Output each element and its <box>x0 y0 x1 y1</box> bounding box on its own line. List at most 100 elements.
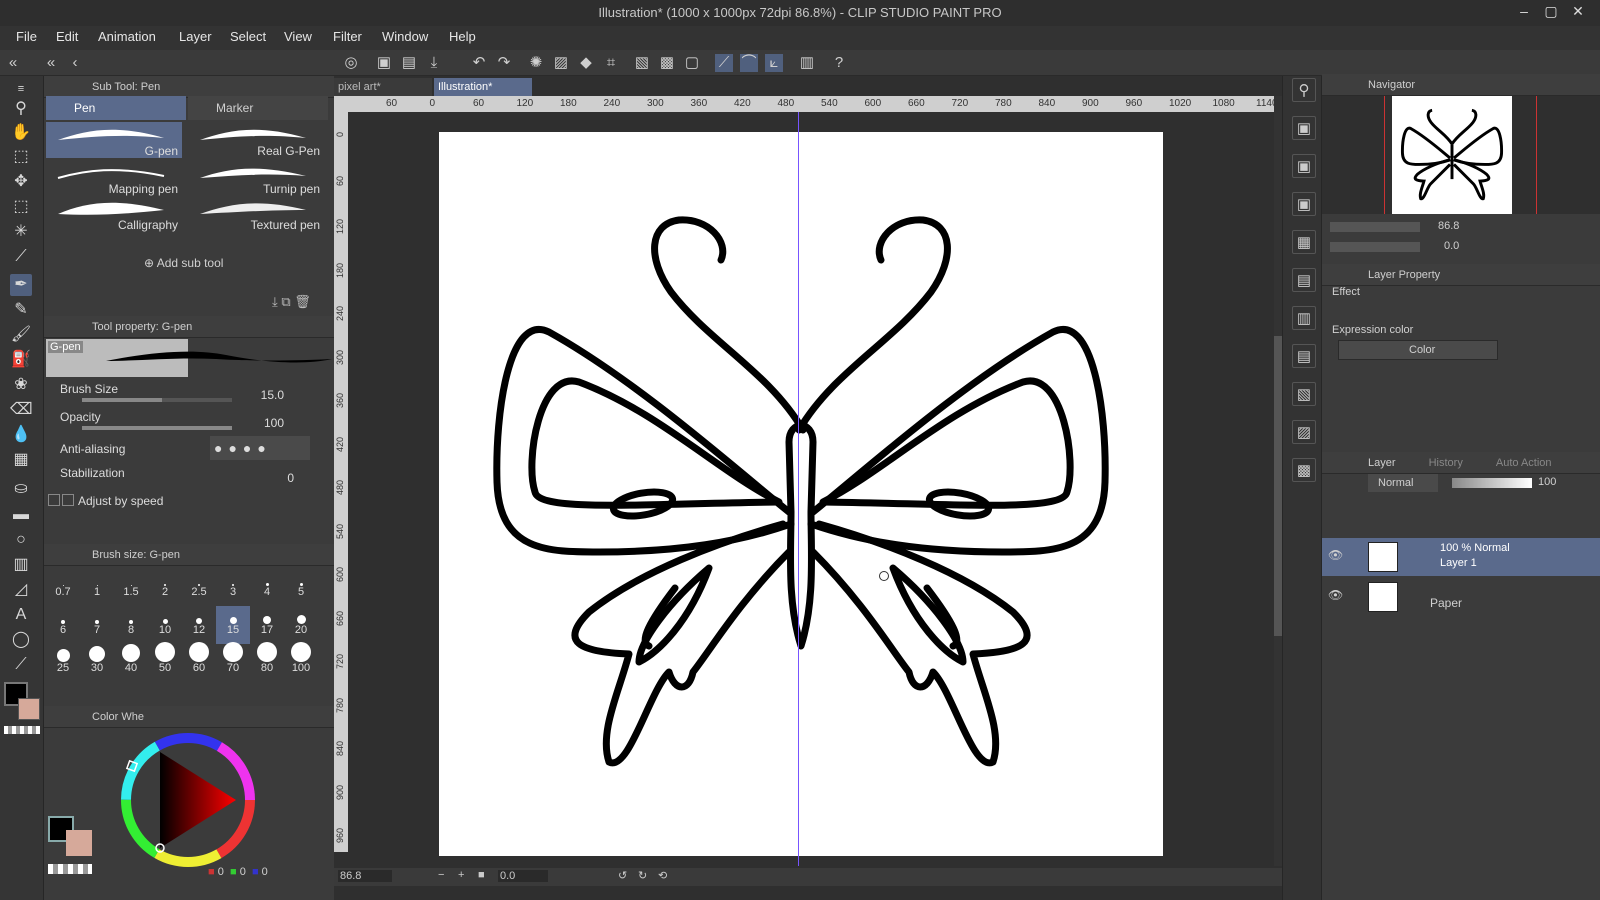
layer-row[interactable]: 👁 Paper <box>1322 578 1600 616</box>
brush-size-8[interactable]: 8 <box>114 606 148 644</box>
brush-size-80[interactable]: 80 <box>250 642 284 682</box>
rotate-left-icon[interactable]: ↺ <box>618 869 627 882</box>
brush-size-20[interactable]: 20 <box>284 606 318 644</box>
search-icon[interactable]: ⚲ <box>1292 78 1316 102</box>
brush-size-12[interactable]: 12 <box>182 606 216 644</box>
brush-size-2-5[interactable]: 2.5 <box>182 568 216 606</box>
clear-outside-icon[interactable]: ▨ <box>552 54 570 72</box>
material-2-icon[interactable]: ▣ <box>1292 154 1316 178</box>
snap-special-icon[interactable]: ⌒ <box>740 54 758 72</box>
decoration-icon[interactable]: ❀ <box>10 374 32 396</box>
menu-view[interactable]: View <box>280 29 316 44</box>
brush-size-40[interactable]: 40 <box>114 644 148 682</box>
brush-size-3[interactable]: 3 <box>216 568 250 606</box>
brush-size-0-7[interactable]: 0.7 <box>46 568 80 606</box>
brush-real-g-pen[interactable]: Real G-Pen <box>188 122 324 158</box>
tab-illustration[interactable]: Illustration* <box>434 78 532 96</box>
layer-opacity-value[interactable]: 100 <box>1538 476 1556 488</box>
collapse-icon[interactable]: « <box>42 54 60 72</box>
menu-filter[interactable]: Filter <box>329 29 366 44</box>
deselect-icon[interactable]: ▧ <box>633 54 651 72</box>
brush-size-slider[interactable] <box>82 398 232 402</box>
brush-size-6[interactable]: 6 <box>46 606 80 644</box>
tab-marker[interactable]: Marker <box>188 96 328 120</box>
layer-opacity-slider[interactable] <box>1452 478 1532 488</box>
airbrush-icon[interactable]: ⛽ <box>10 349 32 371</box>
material-5-icon[interactable]: ▤ <box>1292 268 1316 292</box>
blend-icon[interactable]: 💧 <box>10 424 32 446</box>
brush-g-pen[interactable]: G-pen <box>46 122 182 158</box>
material-3-icon[interactable]: ▣ <box>1292 192 1316 216</box>
symmetry-ruler[interactable] <box>798 112 799 866</box>
sub-color-box[interactable] <box>66 830 92 856</box>
magic-wand-icon[interactable]: ✳ <box>10 221 32 243</box>
color-wheel[interactable] <box>118 730 258 870</box>
hand-tool-icon[interactable]: ✋ <box>10 122 32 144</box>
antialias-options[interactable]: ●●●● <box>210 436 310 460</box>
figure-icon[interactable]: ○ <box>10 529 32 551</box>
vertical-scrollbar[interactable] <box>1274 96 1282 866</box>
eraser-icon[interactable]: ⌫ <box>10 399 33 421</box>
brush-size-60[interactable]: 60 <box>182 642 216 682</box>
selection-tool-icon[interactable]: ⬚ <box>10 196 32 218</box>
rotation-value[interactable]: 0.0 <box>498 870 548 882</box>
zoom-value[interactable]: 86.8 <box>338 870 392 882</box>
arrow-left-icon[interactable]: ‹ <box>66 54 84 72</box>
expand-icon[interactable] <box>48 494 60 506</box>
add-subtool-button[interactable]: ⊕ Add sub tool <box>144 256 223 270</box>
minimize-icon[interactable]: – <box>1513 3 1535 21</box>
brush-calligraphy[interactable]: Calligraphy <box>46 196 182 232</box>
brush-size-30[interactable]: 30 <box>80 644 114 682</box>
tab-layer[interactable]: Layer <box>1368 457 1396 469</box>
material-9-icon[interactable]: ▨ <box>1292 420 1316 444</box>
mesh-icon[interactable]: ▦ <box>10 449 32 471</box>
sub-color-swatch[interactable] <box>18 698 40 720</box>
open-icon[interactable]: ▤ <box>400 54 418 72</box>
material-4-icon[interactable]: ▦ <box>1292 230 1316 254</box>
zoom-in-icon[interactable]: + <box>458 869 464 881</box>
fill-bucket-icon[interactable]: ⛀ <box>10 478 32 500</box>
menu-animation[interactable]: Animation <box>94 29 160 44</box>
fit-icon[interactable]: ■ <box>478 869 485 881</box>
tab-pen[interactable]: Pen <box>46 96 186 120</box>
transparent-box[interactable] <box>48 864 92 874</box>
ruler-tool-icon[interactable]: ◿ <box>10 579 32 601</box>
reset-rotation-icon[interactable]: ⟲ <box>658 869 667 882</box>
help-icon[interactable]: ? <box>830 54 848 72</box>
brush-size-2[interactable]: 2 <box>148 568 182 606</box>
brush-tool-icon[interactable]: 🖌 <box>10 324 32 346</box>
rotation-slider[interactable] <box>1330 242 1420 252</box>
ruler-icon[interactable]: ▥ <box>798 54 816 72</box>
blend-mode-select[interactable]: Normal <box>1368 474 1438 492</box>
brush-size-50[interactable]: 50 <box>148 642 182 682</box>
expression-color-select[interactable]: Color <box>1338 340 1498 360</box>
tab-auto-action[interactable]: Auto Action <box>1496 457 1552 469</box>
opacity-value[interactable]: 100 <box>244 416 284 430</box>
navigator-zoom[interactable]: 86.8 <box>1438 220 1459 232</box>
brush-size-15[interactable]: 15 <box>216 606 250 644</box>
snap-grid-icon[interactable]: ⟀ <box>765 54 783 72</box>
transparent-color-swatch[interactable] <box>4 726 40 734</box>
material-10-icon[interactable]: ▩ <box>1292 458 1316 482</box>
gradient-icon[interactable]: ▬ <box>10 504 32 526</box>
redo-icon[interactable]: ↷ <box>495 54 513 72</box>
zoom-tool-icon[interactable]: ⚲ <box>10 98 32 120</box>
snap-ruler-icon[interactable]: ⟋ <box>715 54 733 72</box>
pen-tool-icon[interactable]: ✒ <box>10 274 32 296</box>
navigator-view[interactable] <box>1322 96 1600 214</box>
brush-size-5[interactable]: 5 <box>284 568 318 606</box>
menu-layer[interactable]: Layer <box>175 29 216 44</box>
brush-size-70[interactable]: 70 <box>216 642 250 682</box>
eye-icon[interactable]: 👁 <box>1328 548 1343 562</box>
material-8-icon[interactable]: ▧ <box>1292 382 1316 406</box>
zoom-out-icon[interactable]: − <box>438 869 444 881</box>
pencil-tool-icon[interactable]: ✎ <box>10 299 32 321</box>
collapse-left-icon[interactable]: « <box>4 54 22 72</box>
frame-icon[interactable]: ▥ <box>10 554 32 576</box>
stabilization-value[interactable]: 0 <box>254 471 294 485</box>
tab-history[interactable]: History <box>1429 457 1463 469</box>
invert-icon[interactable]: ▩ <box>658 54 676 72</box>
balloon-icon[interactable]: ◯ <box>10 629 32 651</box>
eyedropper-icon[interactable]: ⟋ <box>10 246 32 268</box>
menu-select[interactable]: Select <box>226 29 270 44</box>
